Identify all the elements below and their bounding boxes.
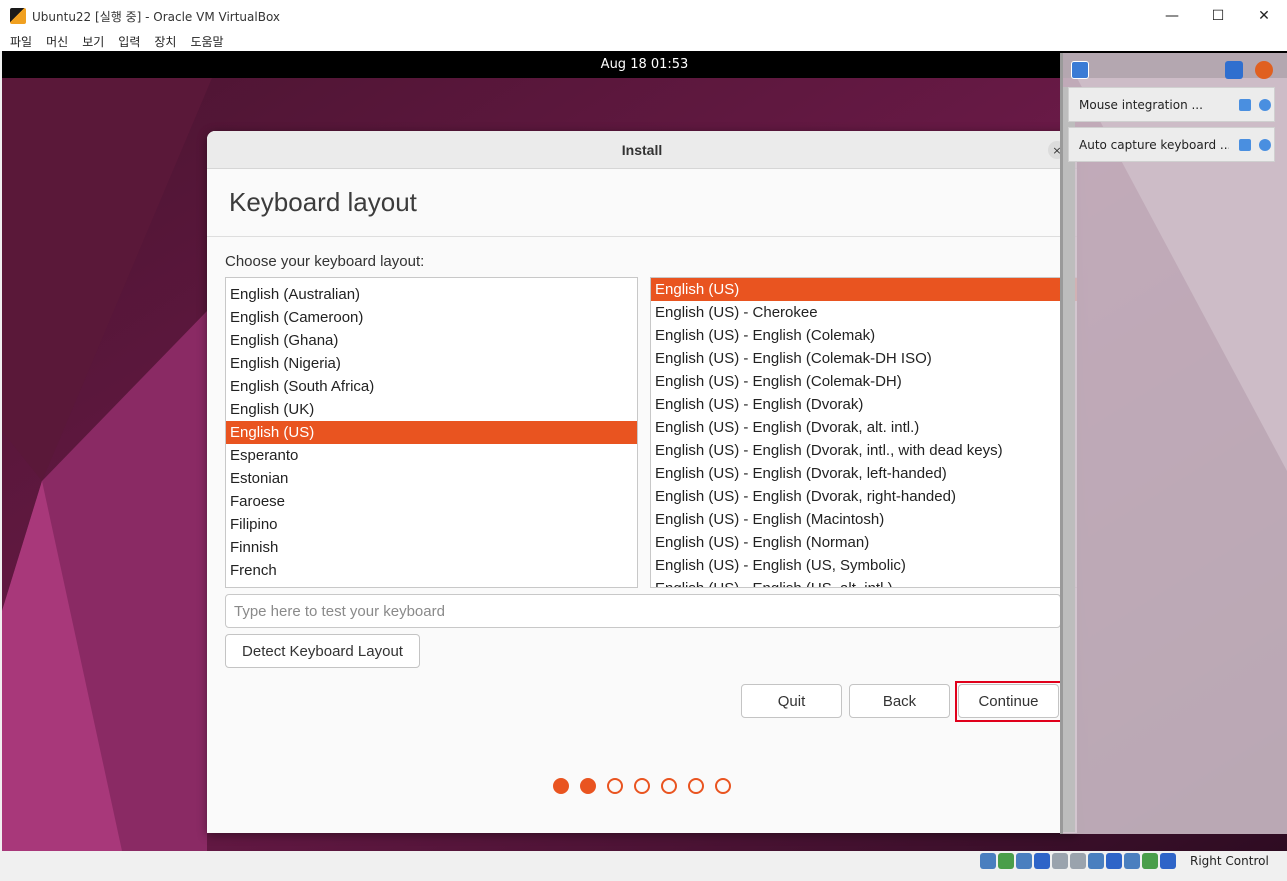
list-item[interactable]: Estonian — [226, 467, 637, 490]
mouse-integration-icon[interactable] — [1142, 853, 1158, 869]
detect-layout-button[interactable]: Detect Keyboard Layout — [225, 634, 420, 668]
step-dot — [634, 778, 650, 794]
sort-icon[interactable] — [1225, 61, 1243, 79]
variant-list[interactable]: English (US) English (US) - Cherokee Eng… — [650, 277, 1077, 588]
close-button[interactable]: ✕ — [1241, 0, 1287, 32]
network-icon[interactable] — [1034, 853, 1050, 869]
menu-view[interactable]: 보기 — [82, 33, 104, 50]
help-icon[interactable] — [1239, 98, 1251, 111]
quit-button[interactable]: Quit — [741, 684, 842, 718]
list-item[interactable]: English (US) - Cherokee — [651, 301, 1077, 324]
menu-machine[interactable]: 머신 — [46, 33, 68, 50]
guest-screen: Aug 18 01:53 Install × Keyboard layout C… — [2, 51, 1287, 851]
step-dot-complete — [580, 778, 596, 794]
step-dot — [715, 778, 731, 794]
list-item[interactable]: English (Australian) — [226, 283, 637, 306]
list-item[interactable]: English (US) - English (Dvorak) — [651, 393, 1077, 416]
close-icon[interactable] — [1259, 98, 1271, 111]
cpu-icon[interactable] — [1124, 853, 1140, 869]
list-item[interactable]: Finnish — [226, 536, 637, 559]
list-item[interactable]: English (US) - English (Macintosh) — [651, 508, 1077, 531]
clock[interactable]: Aug 18 01:53 — [601, 57, 689, 72]
optical-drive-icon[interactable] — [998, 853, 1014, 869]
dialog-header: Install × — [207, 131, 1077, 169]
network-icon[interactable] — [1197, 61, 1215, 79]
notification-item[interactable]: Auto capture keyboard ... — [1068, 127, 1275, 162]
list-item[interactable]: English (US) - English (Dvorak, alt. int… — [651, 416, 1077, 439]
recording-icon[interactable] — [1106, 853, 1122, 869]
notification-center: Mouse integration ... Auto capture keybo… — [1060, 53, 1287, 834]
step-dot — [688, 778, 704, 794]
list-item[interactable]: English (US) - English (Colemak-DH) — [651, 370, 1077, 393]
list-item[interactable]: English (US) - English (Colemak) — [651, 324, 1077, 347]
scrollbar[interactable] — [1063, 87, 1075, 832]
step-progress — [553, 778, 731, 794]
keyboard-test-input[interactable] — [225, 594, 1061, 628]
usb-icon[interactable] — [1052, 853, 1068, 869]
list-item[interactable]: Filipino — [226, 513, 637, 536]
list-item[interactable]: English (US) - English (Dvorak, intl., w… — [651, 439, 1077, 462]
speech-bubble-icon[interactable] — [1071, 61, 1089, 79]
list-item[interactable]: English (US) - English (Dvorak, right-ha… — [651, 485, 1077, 508]
vbox-titlebar: Ubuntu22 [실행 중] - Oracle VM VirtualBox —… — [0, 0, 1287, 32]
list-item[interactable]: French — [226, 559, 637, 582]
host-key-label: Right Control — [1190, 854, 1269, 868]
shared-folder-icon[interactable] — [1070, 853, 1086, 869]
list-item[interactable]: English (Nigeria) — [226, 352, 637, 375]
layout-list[interactable]: English (Australian) English (Cameroon) … — [225, 277, 638, 588]
notification-toolbar — [1063, 53, 1287, 87]
choose-layout-label: Choose your keyboard layout: — [225, 253, 425, 270]
help-icon[interactable] — [1239, 138, 1251, 151]
menu-help[interactable]: 도움말 — [190, 33, 223, 50]
virtualbox-icon — [10, 8, 26, 24]
notification-text: Mouse integration ... — [1079, 97, 1203, 112]
device-status-icons — [980, 853, 1176, 869]
divider — [207, 236, 1077, 237]
clear-all-icon[interactable] — [1255, 61, 1273, 79]
list-item-selected[interactable]: English (US) — [651, 278, 1077, 301]
audio-icon[interactable] — [1016, 853, 1032, 869]
keyboard-capture-icon[interactable] — [1160, 853, 1176, 869]
list-item[interactable]: English (Ghana) — [226, 329, 637, 352]
list-item[interactable]: English (UK) — [226, 398, 637, 421]
menu-input[interactable]: 입력 — [118, 33, 140, 50]
list-item[interactable]: English (Cameroon) — [226, 306, 637, 329]
list-item[interactable]: English (US) - English (US, alt. intl.) — [651, 577, 1077, 587]
list-item[interactable]: Faroese — [226, 490, 637, 513]
list-item[interactable]: English (US) - English (Dvorak, left-han… — [651, 462, 1077, 485]
minimize-button[interactable]: — — [1149, 0, 1195, 32]
step-dot — [607, 778, 623, 794]
list-item[interactable]: English (US) - English (Colemak-DH ISO) — [651, 347, 1077, 370]
installer-dialog: Install × Keyboard layout Choose your ke… — [207, 131, 1077, 833]
list-item[interactable]: English (South Africa) — [226, 375, 637, 398]
hard-disk-icon[interactable] — [980, 853, 996, 869]
notification-text: Auto capture keyboard ... — [1079, 137, 1229, 152]
step-dot — [661, 778, 677, 794]
back-button[interactable]: Back — [849, 684, 950, 718]
display-icon[interactable] — [1088, 853, 1104, 869]
dialog-title: Install — [621, 141, 663, 158]
window-controls: — ☐ ✕ — [1149, 0, 1287, 32]
list-item[interactable]: Esperanto — [226, 444, 637, 467]
close-icon[interactable] — [1259, 138, 1271, 151]
page-title: Keyboard layout — [229, 187, 417, 217]
menubar: 파일 머신 보기 입력 장치 도움말 — [0, 32, 1287, 51]
window-title: Ubuntu22 [실행 중] - Oracle VM VirtualBox — [32, 9, 281, 24]
vbox-statusbar: Right Control — [0, 851, 1287, 881]
list-item[interactable]: English (US) - English (Norman) — [651, 531, 1077, 554]
highlight-annotation — [955, 681, 1062, 722]
menu-devices[interactable]: 장치 — [154, 33, 176, 50]
notification-item[interactable]: Mouse integration ... — [1068, 87, 1275, 122]
menu-file[interactable]: 파일 — [10, 33, 32, 50]
list-item-selected[interactable]: English (US) — [226, 421, 637, 444]
step-dot-complete — [553, 778, 569, 794]
list-item[interactable]: English (US) - English (US, Symbolic) — [651, 554, 1077, 577]
maximize-button[interactable]: ☐ — [1195, 0, 1241, 32]
